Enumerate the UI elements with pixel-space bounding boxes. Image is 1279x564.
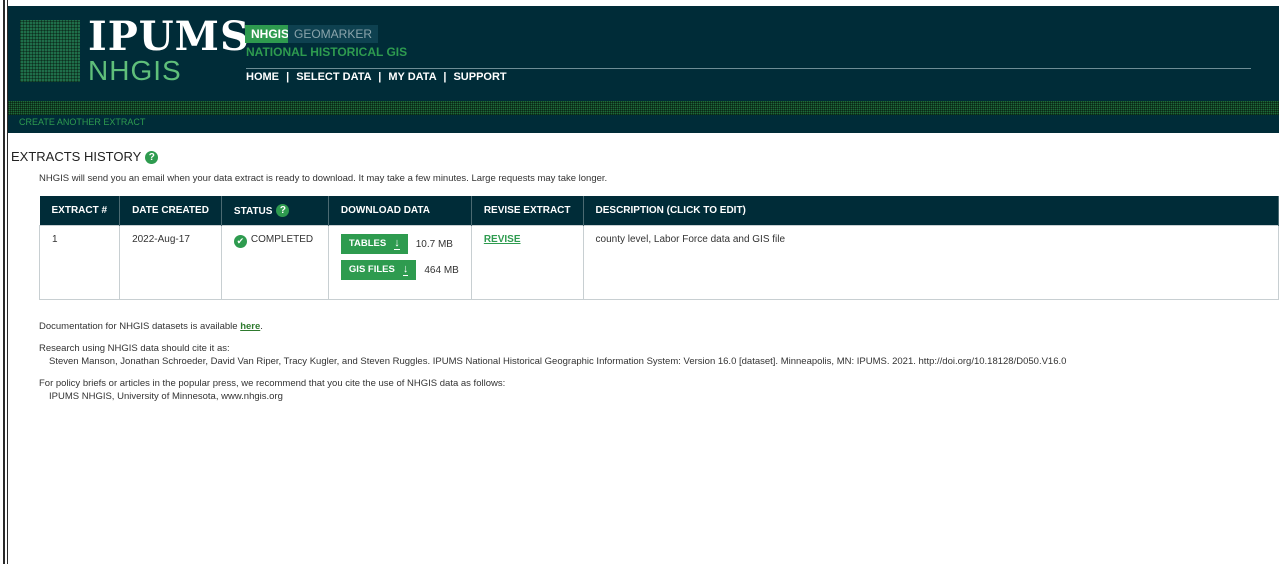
tables-file-size: 10.7 MB: [415, 238, 453, 250]
press-citation: IPUMS NHGIS, University of Minnesota, ww…: [49, 391, 283, 402]
tables-download-button[interactable]: TABLES ↓: [340, 234, 408, 254]
logo-nhgis-text[interactable]: NHGIS: [88, 56, 182, 86]
tables-download-label: TABLES: [348, 238, 387, 249]
gis-files-download-label: GIS FILES: [348, 264, 395, 275]
cell-description[interactable]: county level, Labor Force data and GIS f…: [582, 225, 1279, 300]
ipums-logo-mark[interactable]: [20, 20, 80, 82]
page-title-text: EXTRACTS HISTORY: [11, 149, 142, 164]
status-help-icon[interactable]: ?: [276, 204, 290, 217]
check-circle-icon: ✔: [233, 235, 247, 248]
site-header: IPUMS NHGIS NHGIS GEOMARKER NATIONAL HIS…: [8, 0, 1279, 101]
press-intro: For policy briefs or articles in the pop…: [39, 378, 506, 389]
citation-text: Steven Manson, Jonathan Schroeder, David…: [49, 356, 1067, 367]
status-text: COMPLETED: [250, 234, 314, 245]
col-extract-number: EXTRACT #: [39, 196, 121, 226]
email-notice: NHGIS will send you an email when your d…: [39, 173, 608, 184]
col-status-label: STATUS: [233, 206, 273, 217]
nav-separator: |: [443, 71, 447, 83]
table-header-row: EXTRACT # DATE CREATED STATUS? DOWNLOAD …: [39, 196, 1279, 226]
gis-files-download-button[interactable]: GIS FILES ↓: [340, 260, 417, 280]
logo-ipums-text[interactable]: IPUMS: [88, 17, 250, 57]
press-block: For policy briefs or articles in the pop…: [39, 377, 1269, 403]
window-left-border: [0, 0, 8, 564]
revise-link[interactable]: REVISE: [484, 234, 521, 245]
download-arrow-icon: ↓: [394, 237, 400, 250]
documentation-text: Documentation for NHGIS datasets is avai…: [39, 321, 238, 332]
help-icon[interactable]: ?: [145, 151, 159, 164]
gis-file-size: 464 MB: [424, 264, 459, 276]
documentation-line: Documentation for NHGIS datasets is avai…: [39, 320, 1269, 333]
nav-separator: |: [286, 71, 290, 83]
page-title: EXTRACTS HISTORY?: [11, 149, 159, 164]
cell-download-data: TABLES ↓ 10.7 MB GIS FILES ↓ 464 MB: [327, 225, 472, 300]
nav-support[interactable]: SUPPORT: [453, 71, 506, 83]
nav-select-data[interactable]: SELECT DATA: [296, 71, 371, 83]
header-top-rule: [8, 0, 1279, 6]
main-nav: HOME | SELECT DATA | MY DATA | SUPPORT: [246, 71, 507, 83]
tab-geomarker[interactable]: GEOMARKER: [288, 25, 379, 43]
cell-revise: REVISE: [470, 225, 584, 300]
documentation-period: .: [260, 321, 263, 332]
cell-date-created: 2022-Aug-17: [119, 225, 222, 300]
page: IPUMS NHGIS NHGIS GEOMARKER NATIONAL HIS…: [8, 0, 1279, 564]
citation-block: Research using NHGIS data should cite it…: [39, 342, 1269, 368]
nav-divider: [246, 68, 1251, 69]
cell-status: ✔ COMPLETED: [220, 225, 329, 300]
download-arrow-icon: ↓: [402, 263, 409, 276]
site-subtitle: NATIONAL HISTORICAL GIS: [246, 45, 408, 59]
decorative-band: [8, 101, 1279, 115]
cell-extract-number: 1: [38, 225, 121, 300]
documentation-here-link[interactable]: here: [240, 321, 260, 332]
col-description: DESCRIPTION (CLICK TO EDIT): [583, 196, 1279, 226]
sub-nav-bar: CREATE ANOTHER EXTRACT: [8, 115, 1279, 133]
nav-home[interactable]: HOME: [246, 71, 279, 83]
documentation-section: Documentation for NHGIS datasets is avai…: [39, 320, 1269, 412]
nav-my-data[interactable]: MY DATA: [388, 71, 436, 83]
download-row-tables: TABLES ↓ 10.7 MB: [340, 234, 459, 256]
citation-intro: Research using NHGIS data should cite it…: [39, 343, 230, 354]
create-another-extract-link[interactable]: CREATE ANOTHER EXTRACT: [19, 117, 145, 127]
col-status: STATUS?: [221, 196, 329, 226]
extracts-table: EXTRACT # DATE CREATED STATUS? DOWNLOAD …: [38, 196, 1279, 300]
nav-separator: |: [378, 71, 382, 83]
table-row: 1 2022-Aug-17 ✔ COMPLETED TABLES ↓ 10.7 MB …: [38, 225, 1279, 300]
col-date-created: DATE CREATED: [119, 196, 222, 226]
col-revise-extract: REVISE EXTRACT: [471, 196, 584, 226]
col-download-data: DOWNLOAD DATA: [328, 196, 472, 226]
download-row-gis: GIS FILES ↓ 464 MB: [340, 260, 459, 282]
